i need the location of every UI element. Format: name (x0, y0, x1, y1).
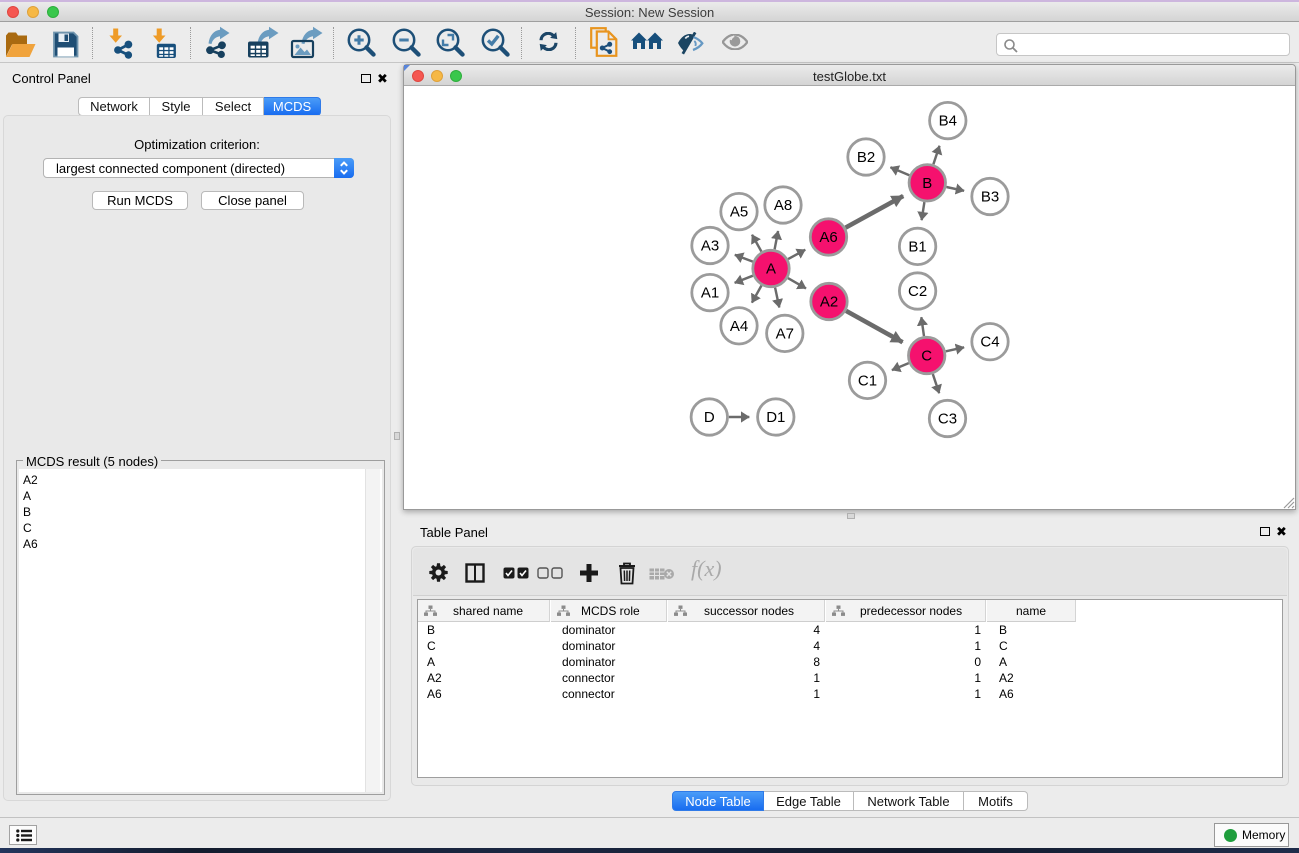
svg-text:A4: A4 (730, 318, 748, 335)
svg-text:A3: A3 (701, 238, 719, 255)
svg-text:B2: B2 (857, 149, 875, 166)
svg-text:C: C (921, 348, 932, 365)
svg-text:A5: A5 (730, 204, 748, 221)
svg-text:C2: C2 (908, 283, 927, 300)
svg-text:A: A (766, 261, 776, 278)
svg-text:A7: A7 (776, 325, 794, 342)
svg-text:C1: C1 (858, 372, 877, 389)
svg-text:A2: A2 (820, 294, 838, 311)
svg-text:D: D (704, 409, 715, 426)
svg-text:A6: A6 (819, 229, 837, 246)
svg-text:C3: C3 (938, 411, 957, 428)
svg-text:A8: A8 (774, 197, 792, 214)
svg-text:C4: C4 (980, 334, 999, 351)
svg-text:B1: B1 (908, 238, 926, 255)
svg-text:B3: B3 (981, 189, 999, 206)
svg-text:B4: B4 (939, 113, 957, 130)
svg-text:A1: A1 (701, 285, 719, 302)
svg-text:B: B (922, 175, 932, 192)
svg-text:D1: D1 (766, 409, 785, 426)
